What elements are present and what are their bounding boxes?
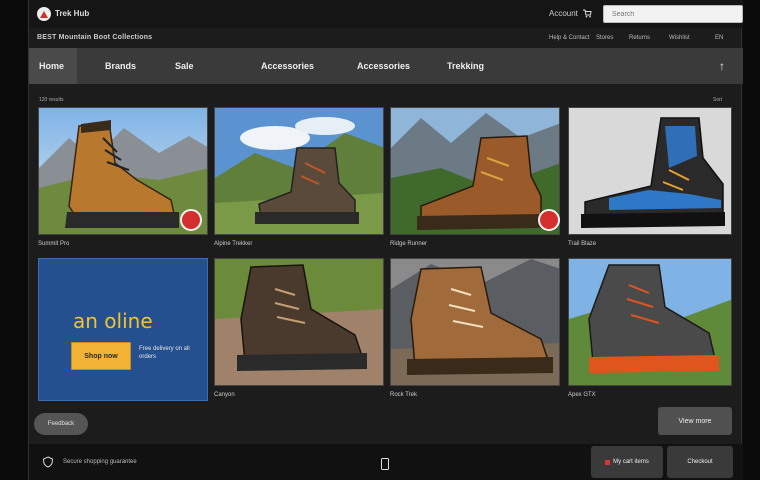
product-image[interactable] (390, 107, 560, 235)
product-name[interactable]: Rock Trek (390, 392, 417, 398)
shop-now-button[interactable]: Shop now (71, 342, 131, 370)
arrow-icon[interactable]: ↑ (719, 59, 725, 73)
search-input[interactable] (603, 5, 743, 23)
product-card[interactable]: Alpine Trekker (214, 107, 384, 247)
product-card[interactable]: Canyon (214, 258, 384, 403)
feedback-button[interactable]: Feedback (34, 413, 88, 435)
product-name[interactable]: Ridge Runner (390, 241, 427, 247)
shield-icon (42, 456, 54, 468)
language-link[interactable]: EN (715, 35, 723, 41)
cart-indicator-icon (605, 459, 611, 465)
product-name[interactable]: Summit Pro (38, 241, 69, 247)
stores-link[interactable]: Stores (596, 35, 613, 41)
top-bar: Trek Hub Account (29, 0, 743, 28)
product-image[interactable] (390, 258, 560, 386)
cart-button-label: My cart items (613, 459, 649, 465)
tab-home[interactable]: Home (29, 48, 77, 84)
product-image[interactable] (568, 258, 732, 386)
product-image[interactable] (214, 107, 384, 235)
returns-link[interactable]: Returns (629, 35, 650, 41)
product-card[interactable]: Apex GTX (568, 258, 732, 403)
wishlist-link[interactable]: Wishlist (669, 35, 690, 41)
results-count: 120 results (39, 97, 64, 103)
sort-link[interactable]: Sort (713, 97, 722, 103)
promo-banner[interactable]: an oline Shop now Free delivery on all o… (38, 258, 208, 401)
app-window: Trek Hub Account BEST Mountain Boot Coll… (28, 0, 743, 480)
cart-icon[interactable] (582, 8, 592, 18)
phone-icon[interactable] (381, 458, 389, 470)
product-name[interactable]: Canyon (214, 392, 235, 398)
info-row: BEST Mountain Boot Collections Help & Co… (29, 30, 743, 46)
product-name[interactable]: Trail Blaze (568, 241, 596, 247)
main-nav: Home Brands Sale Accessories Accessories… (29, 48, 743, 84)
tab-trekking[interactable]: Trekking (437, 48, 494, 84)
product-image[interactable] (568, 107, 732, 235)
product-name[interactable]: Alpine Trekker (214, 241, 252, 247)
tab-accessories-2[interactable]: Accessories (347, 48, 420, 84)
tab-accessories[interactable]: Accessories (251, 48, 324, 84)
product-card[interactable]: Trail Blaze (568, 107, 732, 247)
cart-button[interactable]: My cart items (591, 446, 663, 478)
tab-sale[interactable]: Sale (165, 48, 204, 84)
account-link[interactable]: Account (549, 9, 578, 18)
product-card[interactable]: Summit Pro (38, 107, 208, 247)
footer-text: Secure shopping guarantee (63, 459, 137, 465)
view-more-button[interactable]: View more (658, 407, 732, 435)
breadcrumb: BEST Mountain Boot Collections (37, 34, 153, 41)
sale-badge-icon (538, 209, 560, 231)
logo-icon[interactable] (37, 7, 51, 21)
product-card[interactable]: Ridge Runner (390, 107, 560, 247)
bottom-bar: Secure shopping guarantee My cart items … (29, 444, 743, 480)
promo-text: Free delivery on all orders (139, 346, 190, 360)
sale-badge-icon (180, 209, 202, 231)
tab-brands[interactable]: Brands (95, 48, 146, 84)
promo-title: an oline (73, 309, 153, 333)
checkout-button[interactable]: Checkout (667, 446, 733, 478)
product-card[interactable]: Rock Trek (390, 258, 560, 403)
help-link[interactable]: Help & Contact (549, 35, 589, 41)
product-name[interactable]: Apex GTX (568, 392, 596, 398)
brand-name[interactable]: Trek Hub (55, 9, 89, 18)
product-image[interactable] (214, 258, 384, 386)
